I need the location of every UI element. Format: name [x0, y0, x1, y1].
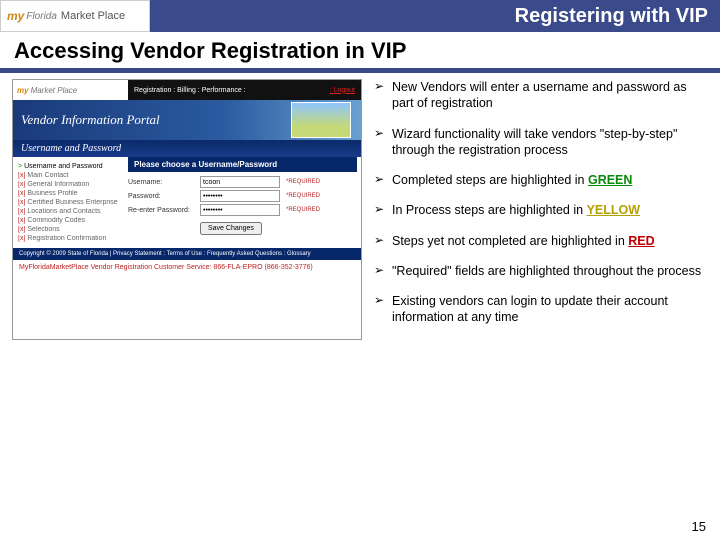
password2-label: Re-enter Password:: [128, 207, 200, 214]
list-item: ➢Wizard functionality will take vendors …: [374, 126, 702, 159]
shot-subbanner: Username and Password: [13, 140, 361, 157]
password-input[interactable]: [200, 190, 280, 202]
brand-logo: my Florida Market Place: [0, 0, 150, 32]
bullet-arrow-icon: ➢: [374, 293, 392, 326]
password2-row: Re-enter Password: *REQUIRED: [128, 204, 357, 216]
list-item: ➢New Vendors will enter a username and p…: [374, 79, 702, 112]
wizard-sidebar: >Username and Password [x]Main Contact […: [13, 157, 128, 248]
red-label: RED: [628, 234, 654, 248]
bullet-arrow-icon: ➢: [374, 263, 392, 279]
nav-items[interactable]: Registration : Billing : Performance :: [134, 87, 246, 94]
yellow-label: YELLOW: [587, 203, 640, 217]
shot-banner: Vendor Information Portal: [13, 100, 361, 140]
slide-content: my Market Place Registration : Billing :…: [0, 79, 720, 340]
slide-header-bar: my Florida Market Place Registering with…: [0, 0, 720, 32]
bullet-arrow-icon: ➢: [374, 172, 392, 188]
password-label: Password:: [128, 193, 200, 200]
password-row: Password: *REQUIRED: [128, 190, 357, 202]
slide-title: Registering with VIP: [150, 5, 720, 28]
logo-my: my: [7, 9, 24, 23]
bullet-arrow-icon: ➢: [374, 126, 392, 159]
form-panel: Please choose a Username/Password Userna…: [128, 157, 361, 248]
username-input[interactable]: [200, 176, 280, 188]
shot-logo: my Market Place: [13, 80, 128, 100]
sidebar-item: [x]Locations and Contacts: [18, 208, 123, 215]
sidebar-item: >Username and Password: [18, 163, 123, 170]
slide-subtitle: Accessing Vendor Registration in VIP: [0, 32, 720, 68]
logout-link[interactable]: : Logout: [330, 87, 355, 94]
list-item: ➢Completed steps are highlighted in GREE…: [374, 172, 702, 188]
list-item: ➢In Process steps are highlighted in YEL…: [374, 202, 702, 218]
sidebar-item: [x]General Information: [18, 181, 123, 188]
required-badge: *REQUIRED: [286, 179, 320, 185]
page-number: 15: [692, 519, 706, 534]
password2-input[interactable]: [200, 204, 280, 216]
sidebar-item: [x]Business Profile: [18, 190, 123, 197]
logo-florida: Florida: [26, 11, 57, 22]
shot-header: my Market Place Registration : Billing :…: [13, 80, 361, 100]
palm-image: [291, 102, 351, 138]
shot-nav: Registration : Billing : Performance : :…: [128, 80, 361, 100]
sidebar-item: [x]Main Contact: [18, 172, 123, 179]
form-header: Please choose a Username/Password: [128, 157, 357, 172]
username-row: Username: *REQUIRED: [128, 176, 357, 188]
sidebar-item: [x]Commodity Codes: [18, 217, 123, 224]
required-badge: *REQUIRED: [286, 207, 320, 213]
vip-screenshot: my Market Place Registration : Billing :…: [12, 79, 362, 340]
sidebar-item: [x]Certified Business Enterprise: [18, 199, 123, 206]
list-item: ➢"Required" fields are highlighted throu…: [374, 263, 702, 279]
green-label: GREEN: [588, 173, 632, 187]
bullet-arrow-icon: ➢: [374, 202, 392, 218]
sidebar-item: [x]Registration Confirmation: [18, 235, 123, 242]
bullet-list: ➢New Vendors will enter a username and p…: [362, 79, 708, 340]
list-item: ➢Existing vendors can login to update th…: [374, 293, 702, 326]
bullet-arrow-icon: ➢: [374, 233, 392, 249]
required-badge: *REQUIRED: [286, 193, 320, 199]
save-button[interactable]: Save Changes: [200, 222, 262, 235]
username-label: Username:: [128, 179, 200, 186]
list-item: ➢Steps yet not completed are highlighted…: [374, 233, 702, 249]
logo-marketplace: Market Place: [61, 10, 125, 22]
bullet-arrow-icon: ➢: [374, 79, 392, 112]
sidebar-item: [x]Selections: [18, 226, 123, 233]
support-line: MyFloridaMarketPlace Vendor Registration…: [13, 260, 361, 275]
accent-bar: [0, 68, 720, 73]
shot-footer: Copyright © 2009 State of Florida | Priv…: [13, 248, 361, 260]
